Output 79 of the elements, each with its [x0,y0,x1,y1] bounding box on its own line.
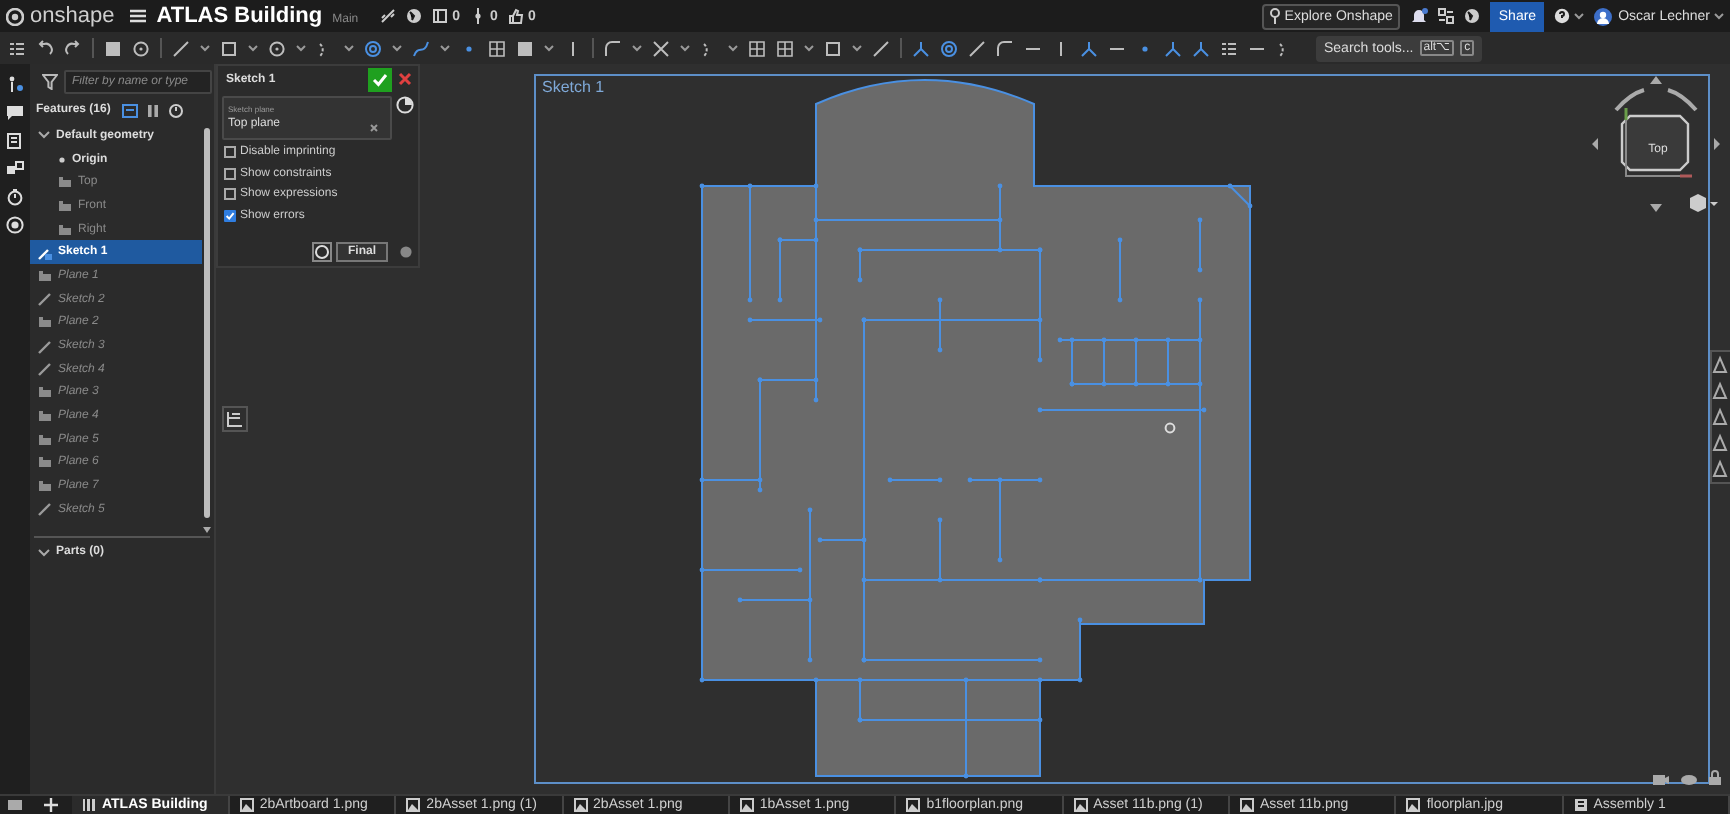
rollback-icon[interactable] [122,103,139,117]
feature-list-icon[interactable] [8,39,26,57]
globe-icon[interactable] [1464,8,1481,24]
lock-icon[interactable] [1708,770,1722,786]
checkbox[interactable] [224,146,236,158]
pattern-tool-icon[interactable] [776,39,794,57]
avatar-icon[interactable] [1594,7,1613,25]
line-tool-icon[interactable] [172,39,190,57]
spline-tool-icon[interactable] [412,39,430,57]
versions-icon[interactable] [432,8,449,24]
rectangle-tool-icon[interactable] [220,39,238,57]
view-cube-menu-icon[interactable] [1690,194,1718,212]
branch-icon[interactable] [470,8,487,24]
caret-icon[interactable] [804,44,814,52]
caret-icon[interactable] [852,44,862,52]
accept-checkmark-icon[interactable] [368,67,392,91]
globe-icon[interactable] [406,8,423,24]
sketch-name-label: Sketch 1 [542,80,605,96]
add-tab-icon[interactable] [44,798,58,812]
caret-icon[interactable] [200,44,210,52]
chevron-down-icon[interactable] [38,547,50,557]
plane-icon [38,269,52,282]
notes-icon[interactable] [6,132,24,150]
plane-icon [38,316,52,329]
pencil-icon [38,292,52,307]
caret-icon[interactable] [680,44,690,52]
notification-bell-icon[interactable] [1410,7,1429,25]
document-title: ATLAS Building [156,5,323,27]
redo-icon[interactable] [64,39,82,57]
caret-icon[interactable] [248,44,258,52]
pencil-icon [38,502,52,517]
caret-icon[interactable] [632,44,642,52]
camera-icon[interactable] [1652,772,1670,786]
caret-icon[interactable] [392,44,402,52]
link-icon[interactable] [380,8,397,24]
pause-icon[interactable] [146,103,161,117]
plane-view-toggle-icon[interactable] [396,96,414,114]
filter-icon[interactable] [42,74,58,90]
stopwatch-icon[interactable] [6,188,24,206]
image-icon [1073,798,1088,812]
insert-icon[interactable] [6,76,24,94]
stopwatch-icon[interactable] [168,102,185,118]
caret-icon[interactable] [296,44,306,52]
undo-icon[interactable] [36,39,54,57]
image-icon [1406,798,1421,812]
close-icon[interactable] [396,70,414,88]
image-icon [573,798,588,812]
image-icon [406,798,421,812]
caret-icon[interactable] [1714,12,1724,20]
chevron-down-icon[interactable] [38,130,50,141]
caret-icon[interactable] [544,44,554,52]
sketch-tree-icon[interactable] [226,410,244,428]
lightbulb-icon [1270,8,1281,24]
circle-tool-icon[interactable] [364,39,382,57]
origin-icon [58,155,66,164]
image-icon [906,798,921,812]
apps-grid-icon[interactable] [1438,8,1455,24]
checkbox[interactable] [224,188,236,200]
clear-icon[interactable] [370,124,378,132]
image-icon [239,798,254,812]
trim-tool-icon[interactable] [652,39,670,57]
concentric-icon[interactable] [940,39,958,57]
caret-icon[interactable] [440,44,450,52]
comment-icon[interactable] [6,104,24,122]
circle-tool-icon[interactable] [268,39,286,57]
scrollbar-thumb[interactable] [204,128,210,518]
caret-icon[interactable] [344,44,354,52]
brand-name: onshape [30,5,115,27]
caret-icon[interactable] [1574,12,1585,20]
pattern-icon[interactable] [488,39,506,57]
image-icon [1239,798,1254,812]
thumbs-up-icon[interactable] [507,8,524,24]
caret-icon[interactable] [728,44,738,52]
onshape-logo-icon[interactable] [6,7,24,25]
checkbox[interactable] [224,167,236,179]
menu-icon[interactable] [130,8,147,24]
fillet-tool-icon[interactable] [604,39,622,57]
view-cube-drawing[interactable] [1592,76,1720,212]
image-icon [739,798,754,812]
